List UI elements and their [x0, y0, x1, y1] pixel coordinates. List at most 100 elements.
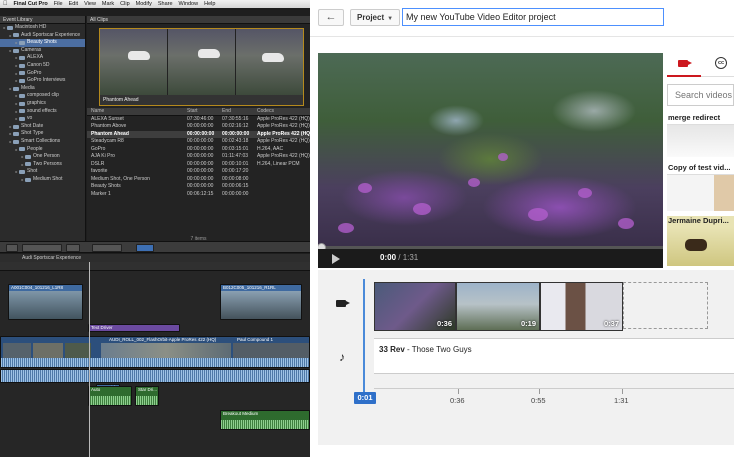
flower-image — [468, 178, 480, 187]
project-title-input[interactable] — [402, 8, 664, 26]
browser-filter[interactable]: All Clips — [87, 16, 310, 24]
clip-row[interactable]: DSLR 00:00:00:00 00:00:10:01 H.264, Linear … — [87, 161, 310, 169]
project-menu-button[interactable]: Project ▼ — [350, 9, 400, 26]
clip-start-cell: 00:00:00:00 — [187, 153, 214, 159]
clip-row[interactable]: ALEXA Sunset 07:30:46:00 07:30:55:16 Apple … — [87, 116, 310, 124]
audio-clip[interactable]: Star Dri... — [135, 386, 159, 406]
clip-row[interactable]: Phantom Above 00:00:00:00 00:02:16:12 Apple… — [87, 123, 310, 131]
clip-name-cell: Phantom Ahead — [91, 130, 129, 137]
timeline-video-clip[interactable]: 0:36 — [374, 282, 456, 331]
storyline-audio[interactable] — [0, 369, 310, 383]
library-item[interactable]: ▸ One Person — [0, 153, 85, 161]
timeline-video-clip[interactable]: 0:19 — [456, 282, 540, 331]
video-result[interactable]: Copy of test vid... — [667, 163, 734, 211]
back-button[interactable]: ← — [318, 9, 344, 26]
playhead-time-label[interactable]: 0:01 — [354, 392, 376, 404]
play-icon[interactable] — [332, 254, 340, 264]
editor-playhead[interactable] — [363, 279, 365, 403]
clip-row[interactable]: Medium Shot, One Person 00:00:00:00 00:00:… — [87, 176, 310, 184]
menu-help[interactable]: Help — [204, 1, 215, 7]
library-item[interactable]: ▸ Media — [0, 85, 85, 93]
library-item-label: Shot Date — [21, 122, 44, 129]
audio-clip[interactable]: Breakout Medium — [220, 410, 310, 430]
clip-start-cell: 00:00:00:00 — [187, 145, 214, 152]
menu-clip[interactable]: Clip — [120, 1, 129, 7]
clip-end-cell: 00:00:17:20 — [222, 168, 249, 174]
clip-codec-cell: Apple ProRes 422 (HQ) — [257, 153, 310, 159]
menu-edit[interactable]: Edit — [69, 1, 78, 7]
library-item[interactable]: ▸ Medium Shot — [0, 176, 85, 184]
clip-row[interactable]: AJA Ki Pro 00:00:00:00 01:11:47:03 Apple Pr… — [87, 153, 310, 161]
clip-row[interactable]: favorite 00:00:00:00 00:00:17:20 — [87, 168, 310, 176]
fcp-timeline[interactable]: A001C004_101216_L1R8 B012C005_101216_R1R… — [0, 262, 310, 457]
select-tool-button[interactable] — [136, 244, 154, 252]
library-item[interactable]: ▸ Beauty Shots — [0, 39, 85, 47]
video-result[interactable]: Jermaine Dupri... — [667, 216, 734, 266]
video-player[interactable]: 0:00 / 1:31 — [318, 53, 663, 268]
audio-track[interactable]: 33 Rev - Those Two Guys — [374, 338, 734, 374]
library-item[interactable]: ▸ sound effects — [0, 108, 85, 116]
library-item[interactable]: ▸ Two Persons — [0, 161, 85, 169]
clip-row[interactable]: GoPro 00:00:00:00 00:03:15:01 H.264, AAC — [87, 146, 310, 154]
library-item[interactable]: ▸ GoPro Interviews — [0, 77, 85, 85]
library-item[interactable]: ▸ Canon 5D — [0, 62, 85, 70]
clip-row[interactable]: Marker 1 00:06:12:15 00:00:00:00 — [87, 191, 310, 199]
menu-modify[interactable]: Modify — [136, 1, 152, 7]
menu-view[interactable]: View — [84, 1, 96, 7]
mac-menubar:  Final Cut Pro File Edit View Mark Clip… — [0, 0, 310, 8]
primary-storyline[interactable]: AUDI_ROLL_002_FlashOrbit-Apple ProRes 42… — [0, 336, 310, 368]
menu-app-name[interactable]: Final Cut Pro — [14, 1, 48, 7]
title-clip[interactable]: Text Driver — [88, 324, 180, 332]
closed-captions-icon[interactable]: cc — [715, 57, 727, 69]
menu-mark[interactable]: Mark — [102, 1, 114, 7]
library-item-label: graphics — [27, 99, 46, 106]
clip-row[interactable]: Beauty Shots 00:00:00:00 00:00:06:15 — [87, 183, 310, 191]
timeline-clip[interactable]: A001C004_101216_L1R8 — [8, 284, 83, 320]
clip-end-cell: 00:00:10:01 — [222, 160, 249, 167]
timeline-video-clip[interactable]: 0:37 — [540, 282, 623, 331]
folder-icon — [13, 48, 19, 53]
timeline-ruler[interactable]: 0:36 0:55 1:31 — [374, 388, 734, 405]
folder-icon — [13, 124, 19, 129]
library-item[interactable]: ▸ composed clip — [0, 92, 85, 100]
library-item[interactable]: ▸ Shot — [0, 168, 85, 176]
audio-clip[interactable]: Auto — [88, 386, 132, 406]
library-item[interactable]: ▸ graphics — [0, 100, 85, 108]
column-start[interactable]: Start — [187, 108, 222, 115]
toolbar-button[interactable] — [66, 244, 80, 252]
apple-icon[interactable]:  — [3, 1, 8, 7]
column-end[interactable]: End — [222, 108, 257, 115]
toolbar-button[interactable] — [6, 244, 18, 252]
column-codecs[interactable]: Codecs — [257, 108, 310, 115]
search-videos-input[interactable] — [667, 84, 734, 106]
clip-drop-zone[interactable] — [623, 282, 708, 329]
library-item[interactable]: ▸ Smart Collections — [0, 138, 85, 146]
clip-filmstrip[interactable]: Phantom Ahead — [99, 28, 304, 106]
timeline-clip[interactable]: B012C005_101216_R1RL — [220, 284, 302, 320]
column-name[interactable]: Name — [87, 108, 187, 115]
library-item[interactable]: ▸ Audi Sportscar Experience — [0, 32, 85, 40]
video-frame[interactable] — [318, 53, 663, 246]
menu-file[interactable]: File — [54, 1, 63, 7]
library-item[interactable]: ▸ Shot Date — [0, 123, 85, 131]
library-item[interactable]: ▸ ALEXA — [0, 54, 85, 62]
video-result[interactable]: merge redirect — [667, 113, 734, 157]
library-item[interactable]: ▸ Cameras — [0, 47, 85, 55]
library-item[interactable]: ▸ GoPro — [0, 70, 85, 78]
menu-window[interactable]: Window — [179, 1, 199, 7]
timeline-ruler[interactable] — [0, 262, 310, 271]
library-item[interactable]: ▸ Shot Type — [0, 130, 85, 138]
fcp-playhead[interactable] — [89, 262, 90, 457]
clip-row[interactable]: Phantom Ahead 00:00:00:00 00:00:00:00 Apple… — [87, 130, 310, 138]
toolbar-button[interactable] — [92, 244, 122, 252]
tab-videos[interactable] — [667, 50, 701, 77]
library-item[interactable]: ▸ People — [0, 146, 85, 154]
library-item[interactable]: ▸ Macintosh HD — [0, 24, 85, 32]
clip-row[interactable]: Steadycam R8 00:00:00:00 00:02:43:18 Apple … — [87, 138, 310, 146]
player-controls: 0:00 / 1:31 — [318, 249, 663, 268]
result-thumbnail — [667, 174, 734, 211]
video-track-icon — [336, 300, 350, 307]
menu-share[interactable]: Share — [158, 1, 173, 7]
library-item[interactable]: ▸ vo — [0, 115, 85, 123]
toolbar-button[interactable] — [22, 244, 62, 252]
